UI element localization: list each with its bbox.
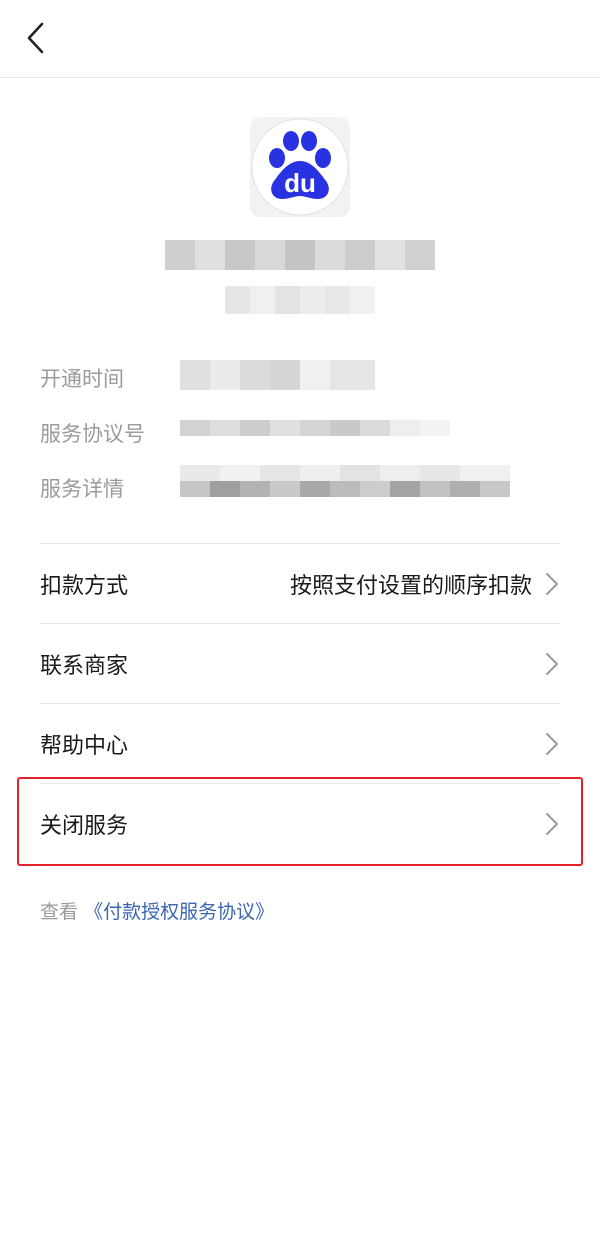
deduction-method-row[interactable]: 扣款方式 按照支付设置的顺序扣款	[40, 544, 560, 624]
baidu-paw-logo-icon: du	[251, 118, 349, 216]
service-detail-value-mosaic-2	[180, 481, 510, 497]
top-bar	[0, 0, 600, 78]
chevron-right-icon	[546, 573, 558, 595]
contact-merchant-row[interactable]: 联系商家	[40, 624, 560, 704]
service-detail-label: 服务详情	[40, 477, 124, 501]
merchant-name-mosaic	[165, 240, 435, 270]
contact-merchant-label: 联系商家	[40, 654, 129, 679]
service-detail-value-mosaic-1	[180, 465, 510, 481]
agreement-line: 查看 《付款授权服务协议》	[40, 897, 274, 924]
open-time-label: 开通时间	[40, 367, 124, 391]
chevron-right-icon	[546, 653, 558, 675]
view-prefix: 查看	[40, 901, 79, 923]
agreement-no-value-mosaic	[180, 420, 450, 436]
chevron-left-icon	[27, 22, 44, 54]
logo-text: du	[284, 168, 316, 198]
deduction-method-label: 扣款方式	[40, 574, 129, 599]
help-center-label: 帮助中心	[40, 734, 129, 759]
close-service-highlight	[17, 777, 583, 866]
back-button[interactable]	[18, 18, 58, 58]
agreement-no-label: 服务协议号	[40, 422, 145, 446]
chevron-right-icon	[546, 733, 558, 755]
merchant-subtitle-mosaic	[225, 286, 375, 314]
open-time-value-mosaic	[180, 360, 375, 390]
deduction-method-value: 按照支付设置的顺序扣款	[289, 574, 532, 599]
merchant-logo: du	[250, 117, 350, 217]
help-center-row[interactable]: 帮助中心	[40, 704, 560, 784]
payment-authorization-agreement-link[interactable]: 《付款授权服务协议》	[84, 901, 274, 923]
